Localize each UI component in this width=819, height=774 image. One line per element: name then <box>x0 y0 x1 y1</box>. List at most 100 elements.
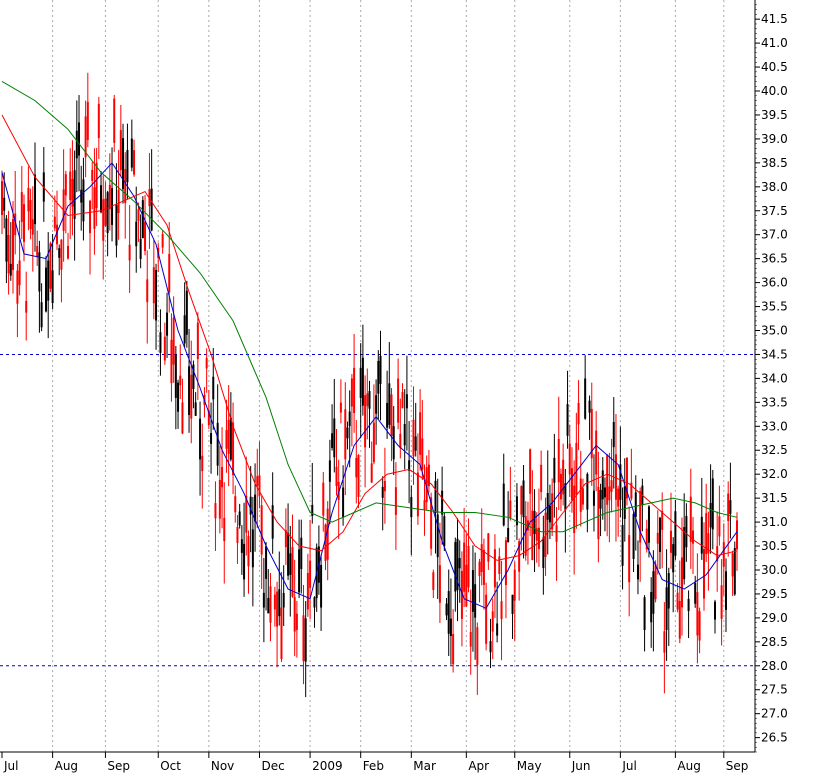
price-bar-body <box>177 382 180 412</box>
price-bar-body <box>344 409 347 460</box>
price-bar-body <box>102 199 105 241</box>
price-bar-body <box>295 613 298 630</box>
y-tick-label: 29.5 <box>761 587 788 601</box>
price-bar-body <box>621 524 624 566</box>
price-bar-body <box>293 597 296 632</box>
price-bar-body <box>729 500 732 514</box>
price-bar-body <box>89 200 92 234</box>
price-bar-body <box>529 449 532 494</box>
x-tick-label: Jul <box>3 759 18 773</box>
price-bar-body <box>727 493 730 521</box>
price-bar-body <box>181 402 184 434</box>
x-tick-label: Dec <box>261 759 284 773</box>
price-bar-body <box>586 473 589 510</box>
price-bar-body <box>38 252 41 292</box>
price-bar-body <box>709 502 712 528</box>
price-bar-body <box>551 493 554 530</box>
y-tick-label: 39.0 <box>761 132 788 146</box>
price-bar-body <box>394 487 397 515</box>
price-bar-body <box>210 433 213 444</box>
price-bar-body <box>335 466 338 486</box>
price-bar-body <box>243 543 246 580</box>
price-bar-body <box>353 367 356 413</box>
price-bar-body <box>680 557 683 608</box>
x-tick-label: Sep <box>726 759 749 773</box>
price-bar-body <box>47 260 50 301</box>
price-bar-body <box>423 500 426 511</box>
price-bar-body <box>364 395 367 448</box>
price-bar-body <box>97 103 100 138</box>
price-bar-body <box>533 511 536 535</box>
price-bar-body <box>606 455 609 505</box>
price-bar-body <box>665 587 668 631</box>
y-tick-label: 32.0 <box>761 467 788 481</box>
price-bar-body <box>476 627 479 665</box>
price-bar-body <box>9 263 12 276</box>
price-bar-body <box>86 101 89 140</box>
price-bar-body <box>489 641 492 653</box>
price-bar-body <box>128 244 131 261</box>
price-bar-body <box>667 573 670 609</box>
price-bar-body <box>654 564 657 600</box>
price-bar-body <box>634 492 637 517</box>
y-tick-label: 34.5 <box>761 347 788 361</box>
price-bar-body <box>410 497 413 518</box>
price-bar-body <box>196 322 199 360</box>
price-bar-body <box>287 533 290 576</box>
price-bar-body <box>434 480 437 514</box>
price-bar-body <box>188 366 191 415</box>
y-tick-label: 30.0 <box>761 563 788 577</box>
y-tick-label: 35.5 <box>761 300 788 314</box>
price-bar-body <box>205 358 208 369</box>
price-bar-body <box>53 216 56 229</box>
price-bar-body <box>498 556 501 574</box>
x-tick-label: Aug <box>677 759 700 773</box>
price-bar-body <box>117 189 120 214</box>
y-tick-label: 31.5 <box>761 491 788 505</box>
price-bar-body <box>45 267 48 312</box>
price-bar-body <box>674 511 677 556</box>
price-bar-body <box>172 317 175 365</box>
price-bar-body <box>161 234 164 248</box>
price-bar-body <box>438 565 441 603</box>
price-bar-body <box>201 455 204 472</box>
price-bar-body <box>702 549 705 599</box>
price-bar-body <box>584 378 587 419</box>
price-bar-body <box>124 168 127 204</box>
price-bar-body <box>106 192 109 234</box>
price-bar-body <box>159 332 162 353</box>
price-bar-body <box>399 433 402 448</box>
price-bar-body <box>487 533 490 562</box>
price-bar-body <box>623 486 626 519</box>
price-bar-body <box>724 571 727 610</box>
x-tick-label: Apr <box>468 759 489 773</box>
y-tick-label: 33.0 <box>761 419 788 433</box>
price-bar-body <box>73 170 76 219</box>
y-tick-label: 40.0 <box>761 84 788 98</box>
price-bar-body <box>82 179 85 222</box>
x-tick-label: Feb <box>363 759 384 773</box>
price-bar-body <box>304 618 307 662</box>
price-bar-body <box>265 546 268 579</box>
price-bar-body <box>370 463 373 483</box>
price-bar-body <box>355 457 358 478</box>
price-bar-body <box>5 218 8 262</box>
price-bar-body <box>469 631 472 647</box>
price-bar-body <box>280 607 283 660</box>
price-bar-body <box>733 548 736 595</box>
price-bar-body <box>478 561 481 577</box>
price-bar-body <box>3 197 6 211</box>
price-bar-body <box>689 496 692 542</box>
price-bar-body <box>306 572 309 610</box>
price-bar-body <box>18 260 21 286</box>
price-bar-body <box>357 454 360 497</box>
price-bar-body <box>236 526 239 543</box>
price-bar-body <box>267 597 270 614</box>
y-tick-label: 39.5 <box>761 108 788 122</box>
price-bar-body <box>199 418 202 460</box>
price-bar-body <box>302 615 305 662</box>
price-bar-body <box>672 544 675 573</box>
price-bar-body <box>262 592 265 608</box>
price-bar-body <box>474 584 477 618</box>
price-bar-body <box>320 564 323 608</box>
